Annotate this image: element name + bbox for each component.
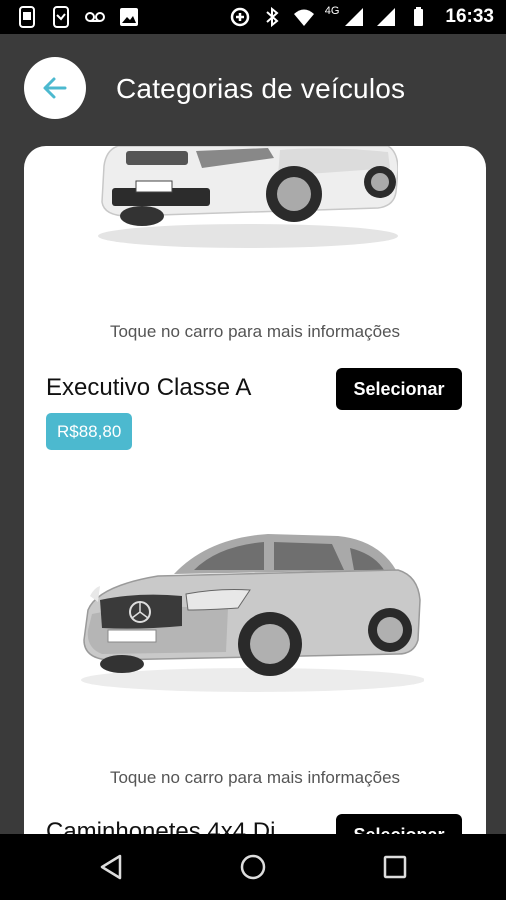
system-nav-bar [0, 834, 506, 900]
data-saver-icon [230, 7, 249, 27]
app-screen: 4G 16:33 Categorias de veículos Toque no… [0, 0, 506, 900]
signal-icon [345, 8, 364, 26]
back-button[interactable] [24, 57, 86, 119]
back-triangle-icon[interactable] [96, 852, 126, 882]
signal-icon [377, 8, 396, 26]
network-type-label: 4G [324, 5, 340, 17]
image-icon [120, 8, 138, 26]
battery-icon [414, 7, 424, 26]
price-badge: R$88,80 [46, 413, 133, 450]
categories-list[interactable]: Toque no carro para mais informações Exe… [24, 146, 486, 846]
bluetooth-icon [266, 6, 279, 28]
home-circle-icon[interactable] [238, 852, 268, 882]
phone-data-icon [53, 6, 69, 28]
voicemail-icon [85, 12, 105, 22]
category-name: Executivo Classe A [46, 374, 252, 401]
clock: 16:33 [445, 6, 494, 27]
select-button[interactable]: Selecionar [336, 368, 462, 410]
wifi-icon [293, 9, 314, 26]
arrow-left-icon [43, 77, 67, 99]
status-bar: 4G 16:33 [0, 0, 506, 34]
car-image[interactable] [98, 146, 398, 251]
car-image[interactable] [78, 530, 424, 695]
car-info-hint: Toque no carro para mais informações [109, 322, 401, 341]
phone-data-icon [19, 6, 35, 28]
page-title: Categorias de veículos [116, 73, 406, 104]
car-info-hint: Toque no carro para mais informações [109, 768, 401, 787]
recents-square-icon[interactable] [380, 852, 410, 882]
